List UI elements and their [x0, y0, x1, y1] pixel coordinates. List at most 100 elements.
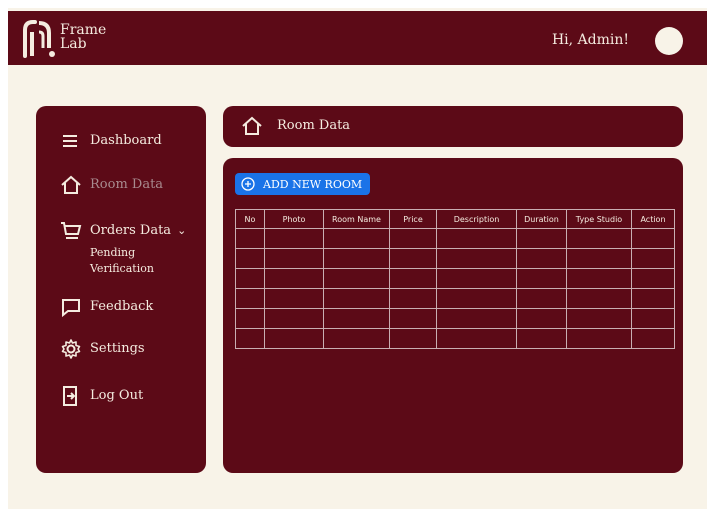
table-cell — [436, 288, 517, 309]
table-cell — [264, 328, 324, 349]
page-title-bar: Room Data — [223, 106, 683, 147]
room-data-table: No Photo Room Name Price Description Dur… — [235, 209, 675, 349]
column-header-room-name: Room Name — [323, 209, 390, 229]
table-cell — [389, 228, 437, 249]
gear-icon — [61, 339, 81, 359]
table-cell — [264, 248, 324, 269]
column-header-price: Price — [389, 209, 437, 229]
user-avatar[interactable] — [655, 27, 683, 55]
table-cell — [436, 268, 517, 289]
table-cell — [516, 288, 567, 309]
table-cell — [389, 248, 437, 269]
page-title: Room Data — [277, 118, 351, 133]
table-cell — [264, 268, 324, 289]
frame-lab-logo-icon — [23, 20, 55, 58]
column-header-description: Description — [436, 209, 517, 229]
table-cell — [235, 308, 265, 329]
app-header: Frame Lab Hi, Admin! — [8, 11, 707, 65]
brand-name: Frame Lab — [60, 23, 106, 51]
sidebar: Dashboard Room Data Orders Data ⌄ Pendin… — [36, 106, 206, 473]
table-cell — [323, 308, 390, 329]
table-cell — [323, 228, 390, 249]
brand-line-2: Lab — [60, 36, 87, 52]
table-cell — [235, 248, 265, 269]
table-cell — [566, 268, 632, 289]
sidebar-item-label: Settings — [90, 341, 145, 356]
table-cell — [566, 308, 632, 329]
table-cell — [323, 248, 390, 269]
cart-icon — [61, 222, 82, 239]
table-cell — [516, 308, 567, 329]
sidebar-item-feedback[interactable]: Feedback — [60, 296, 153, 318]
logout-icon — [63, 386, 77, 406]
table-cell — [566, 248, 632, 269]
app-frame: Frame Lab Hi, Admin! Dashboard Room Data… — [8, 8, 707, 509]
sidebar-item-orders-data[interactable]: Orders Data ⌄ — [60, 220, 186, 242]
table-cell — [631, 248, 675, 269]
sidebar-item-label: Room Data — [90, 177, 164, 192]
brand-line-1: Frame — [60, 22, 107, 38]
table-cell — [566, 288, 632, 309]
column-header-photo: Photo — [264, 209, 324, 229]
table-cell — [235, 268, 265, 289]
table-cell — [323, 288, 390, 309]
sidebar-item-label: Log Out — [90, 388, 144, 403]
subitem-line-1: Pending — [90, 246, 136, 259]
table-cell — [235, 328, 265, 349]
sidebar-subitem-pending-verification[interactable]: Pending Verification — [90, 245, 154, 277]
table-cell — [436, 248, 517, 269]
table-cell — [323, 328, 390, 349]
column-header-duration: Duration — [516, 209, 567, 229]
table-row — [235, 288, 675, 309]
table-cell — [389, 288, 437, 309]
table-cell — [264, 308, 324, 329]
table-cell — [631, 308, 675, 329]
user-greeting: Hi, Admin! — [551, 32, 629, 48]
table-cell — [323, 268, 390, 289]
subitem-line-2: Verification — [90, 262, 154, 275]
table-cell — [516, 248, 567, 269]
add-new-room-label: ADD NEW ROOM — [263, 177, 363, 191]
add-new-room-button[interactable]: ADD NEW ROOM — [235, 173, 371, 195]
chevron-down-icon[interactable]: ⌄ — [177, 224, 186, 237]
sidebar-item-label: Orders Data — [90, 223, 172, 238]
table-row — [235, 328, 675, 349]
table-cell — [436, 328, 517, 349]
table-cell — [235, 288, 265, 309]
room-data-panel: ADD NEW ROOM No Photo Room Name Price De… — [223, 158, 683, 473]
sidebar-item-logout[interactable]: Log Out — [60, 385, 143, 407]
column-header-type-studio: Type Studio — [566, 209, 632, 229]
table-cell — [566, 228, 632, 249]
table-cell — [631, 228, 675, 249]
table-cell — [436, 228, 517, 249]
table-cell — [235, 228, 265, 249]
message-icon — [62, 299, 80, 318]
sidebar-item-settings[interactable]: Settings — [60, 338, 145, 360]
table-row — [235, 228, 675, 249]
table-cell — [389, 308, 437, 329]
home-icon — [242, 116, 262, 135]
table-cell — [389, 268, 437, 289]
column-header-no: No — [235, 209, 265, 229]
table-cell — [516, 328, 567, 349]
table-cell — [516, 228, 567, 249]
sidebar-item-room-data[interactable]: Room Data — [60, 174, 163, 196]
table-cell — [389, 328, 437, 349]
table-cell — [631, 288, 675, 309]
plus-circle-icon — [241, 177, 255, 191]
sidebar-item-dashboard[interactable]: Dashboard — [60, 130, 162, 152]
table-row — [235, 268, 675, 289]
table-cell — [631, 328, 675, 349]
menu-icon — [63, 135, 77, 147]
table-row — [235, 308, 675, 329]
sidebar-item-label: Dashboard — [90, 133, 162, 148]
home-icon — [61, 175, 81, 194]
table-row — [235, 248, 675, 269]
table-cell — [566, 328, 632, 349]
table-body — [235, 228, 675, 349]
table-cell — [264, 228, 324, 249]
table-cell — [516, 268, 567, 289]
column-header-action: Action — [631, 209, 675, 229]
table-cell — [264, 288, 324, 309]
table-cell — [436, 308, 517, 329]
